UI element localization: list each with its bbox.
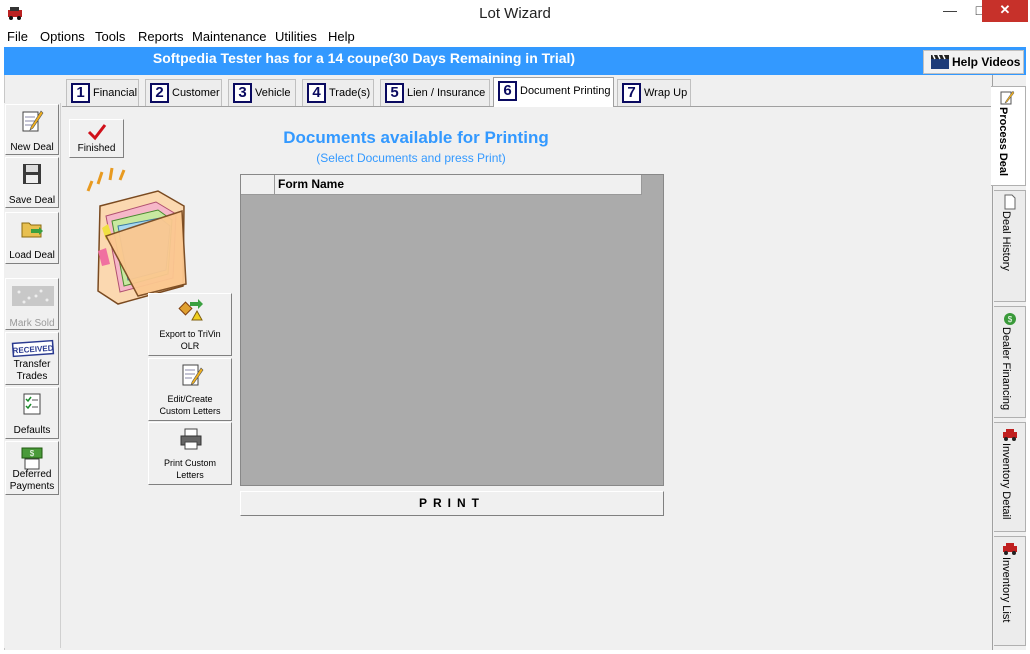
deferred-payments-label: Deferred Payments xyxy=(9,469,55,492)
trial-banner: Softpedia Tester has for a 14 coupe(30 D… xyxy=(4,47,1026,75)
tab-label: Lien / Insurance xyxy=(407,87,486,99)
grid-select-header[interactable] xyxy=(241,175,275,195)
received-stamp-icon: RECEIVED xyxy=(11,339,55,358)
save-deal-button[interactable]: Save Deal xyxy=(5,157,59,208)
vtab-label: Process Deal xyxy=(997,107,1009,177)
vtab-label: Inventory List xyxy=(1000,557,1012,623)
vtab-label: Deal History xyxy=(1000,211,1012,271)
vtab-dealer-financing[interactable]: $ Dealer Financing xyxy=(994,306,1026,418)
tab-number: 7 xyxy=(622,83,641,103)
vtab-label: Dealer Financing xyxy=(1000,327,1012,411)
tab-number: 3 xyxy=(233,83,252,103)
documents-folder-illustration xyxy=(86,167,187,305)
menu-utilities[interactable]: Utilities xyxy=(275,29,317,44)
tab-label: Document Printing xyxy=(520,85,611,97)
finished-label: Finished xyxy=(77,143,116,154)
documents-title: Documents available for Printing xyxy=(283,128,549,147)
tab-label: Customer xyxy=(172,87,220,99)
tab-number: 2 xyxy=(150,83,169,103)
save-deal-label: Save Deal xyxy=(8,195,56,206)
minimize-button[interactable]: — xyxy=(935,0,965,22)
money-bag-icon: $ xyxy=(1004,313,1016,325)
load-deal-label: Load Deal xyxy=(9,250,55,261)
export-label: Export to TriVin OLR xyxy=(159,329,221,351)
new-deal-label: New Deal xyxy=(10,142,54,153)
tab-number: 6 xyxy=(498,81,517,101)
new-deal-button[interactable]: New Deal xyxy=(5,104,59,155)
mark-sold-button[interactable]: Mark Sold xyxy=(5,278,59,330)
tab-financial[interactable]: 1 Financial xyxy=(66,79,139,106)
tab-label: Wrap Up xyxy=(644,87,688,99)
finished-button[interactable]: Finished xyxy=(69,119,124,158)
tab-label: Financial xyxy=(93,87,138,99)
tab-number: 1 xyxy=(71,83,90,103)
tab-wrap-up[interactable]: 7 Wrap Up xyxy=(617,79,691,106)
menu-maintenance[interactable]: Maintenance xyxy=(192,29,266,44)
vtab-inventory-list[interactable]: Inventory List xyxy=(994,536,1026,646)
film-clapper-icon xyxy=(931,54,949,69)
svg-text:$: $ xyxy=(30,449,35,458)
form-name-column-header[interactable]: Form Name xyxy=(275,175,642,195)
window-title: Lot Wizard xyxy=(479,5,551,22)
car-icon xyxy=(1003,543,1017,555)
tab-trades[interactable]: 4 Trade(s) xyxy=(302,79,374,106)
svg-text:$: $ xyxy=(1008,315,1013,324)
menu-bar: File Options Tools Reports Maintenance U… xyxy=(0,27,1030,47)
trial-banner-text: Softpedia Tester has for a 14 coupe(30 D… xyxy=(152,50,576,66)
edit-create-letters-label: Edit/Create Custom Letters xyxy=(159,394,221,416)
menu-tools[interactable]: Tools xyxy=(95,29,125,44)
tab-number: 4 xyxy=(307,83,326,103)
tab-document-printing[interactable]: 6 Document Printing xyxy=(493,77,614,107)
export-icon xyxy=(178,299,203,321)
tab-customer[interactable]: 2 Customer xyxy=(145,79,222,106)
vtab-deal-history[interactable]: Deal History xyxy=(994,190,1026,302)
printer-icon xyxy=(180,428,202,450)
menu-file[interactable]: File xyxy=(7,29,28,44)
notepad-pencil-icon xyxy=(22,110,44,132)
menu-help[interactable]: Help xyxy=(328,29,355,44)
mark-sold-label: Mark Sold xyxy=(9,318,55,329)
transfer-trades-button[interactable]: RECEIVED Transfer Trades xyxy=(5,332,59,385)
floppy-disk-icon xyxy=(23,164,41,184)
checkmark-icon xyxy=(87,124,107,141)
deferred-payments-button[interactable]: $ Deferred Payments xyxy=(5,441,59,495)
close-button[interactable]: ✕ xyxy=(982,0,1028,22)
money-icon: $ xyxy=(21,447,43,470)
tab-label: Trade(s) xyxy=(329,87,371,99)
vtab-label: Inventory Detail xyxy=(1000,443,1012,520)
car-icon xyxy=(1003,429,1017,441)
export-to-trivin-button[interactable]: Export to TriVin OLR xyxy=(148,293,232,356)
pencil-note-icon xyxy=(1000,90,1015,105)
load-deal-button[interactable]: Load Deal xyxy=(5,212,59,264)
menu-reports[interactable]: Reports xyxy=(138,29,184,44)
document-icon xyxy=(1004,194,1016,210)
defaults-button[interactable]: Defaults xyxy=(5,387,59,439)
edit-document-icon xyxy=(182,364,204,386)
tab-vehicle[interactable]: 3 Vehicle xyxy=(228,79,296,106)
print-custom-letters-label: Print Custom Letters xyxy=(163,458,216,480)
menu-options[interactable]: Options xyxy=(40,29,85,44)
print-button[interactable]: PRINT xyxy=(240,491,664,516)
documents-grid[interactable] xyxy=(240,174,664,486)
transfer-trades-label: Transfer Trades xyxy=(13,359,51,382)
tab-lien-insurance[interactable]: 5 Lien / Insurance xyxy=(380,79,490,106)
checklist-icon xyxy=(23,393,41,415)
edit-create-letters-button[interactable]: Edit/Create Custom Letters xyxy=(148,358,232,421)
folder-open-icon xyxy=(21,222,43,238)
tab-number: 5 xyxy=(385,83,404,103)
defaults-label: Defaults xyxy=(13,425,51,436)
sold-stamp-icon xyxy=(12,286,54,306)
print-custom-letters-button[interactable]: Print Custom Letters xyxy=(148,422,232,485)
documents-subtitle: (Select Documents and press Print) xyxy=(316,151,506,165)
vtab-process-deal[interactable]: Process Deal xyxy=(991,86,1026,186)
vtab-inventory-detail[interactable]: Inventory Detail xyxy=(994,422,1026,532)
tab-label: Vehicle xyxy=(255,87,291,99)
